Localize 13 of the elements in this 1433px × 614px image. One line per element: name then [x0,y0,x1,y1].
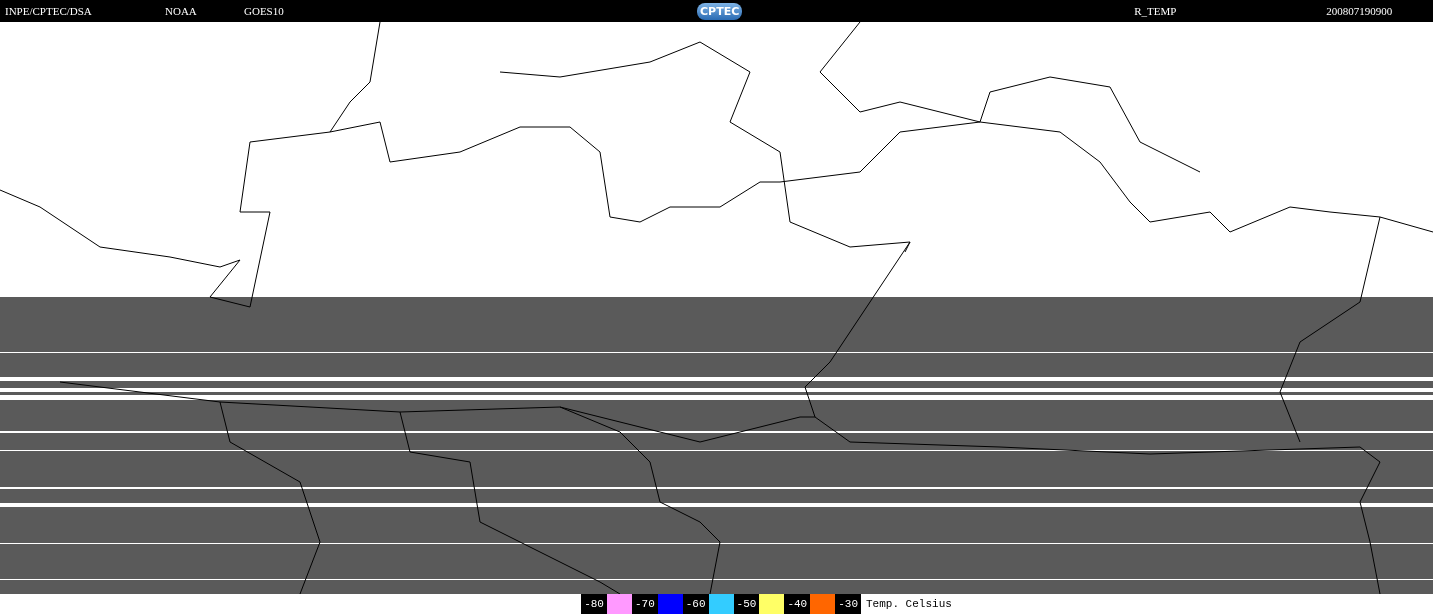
legend-value: -30 [835,594,861,614]
legend-value: -80 [581,594,607,614]
satellite-label: GOES10 [244,5,285,17]
legend-value: -40 [784,594,811,614]
timestamp-label: 200807190900 [1326,5,1393,17]
legend-value: -50 [733,594,760,614]
legend-caption: Temp. Celsius [865,597,952,612]
legend-value: -70 [631,594,658,614]
product-label: R_TEMP [1134,5,1178,17]
source-label: INPE/CPTEC/DSA [5,5,93,17]
agency-label: NOAA [165,5,198,17]
logo: CPTEC [697,2,743,20]
legend-value: -60 [682,594,709,614]
